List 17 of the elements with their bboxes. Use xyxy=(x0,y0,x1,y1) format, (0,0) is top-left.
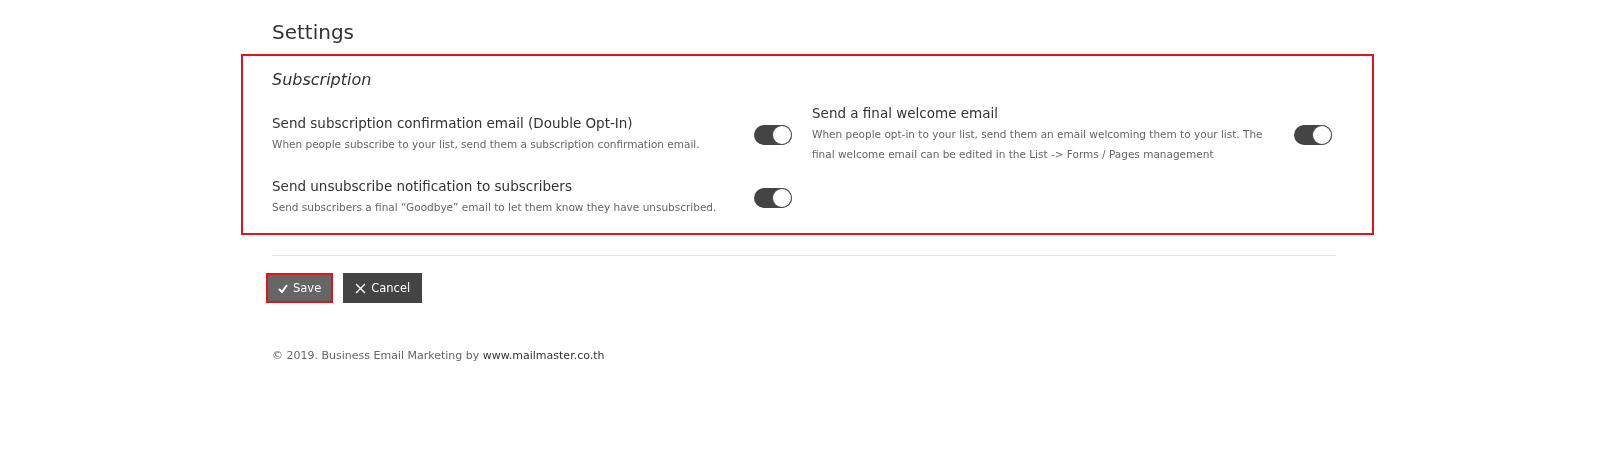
option-label: Send a final welcome email xyxy=(812,105,999,121)
toggle-switch[interactable] xyxy=(1294,124,1332,145)
toggle-switch[interactable] xyxy=(754,124,792,145)
check-icon xyxy=(278,283,288,293)
save-button[interactable]: Save xyxy=(266,273,334,303)
option-description: When people subscribe to your list, send them a subscription confirmation email. xyxy=(272,137,701,152)
cancel-button[interactable]: Cancel xyxy=(343,273,423,303)
close-icon xyxy=(355,282,367,294)
option-description: Send subscribers a final “Goodbye” email to let them know they have unsubscribed. xyxy=(272,200,718,215)
option-label: Send unsubscribe notification to subscribers xyxy=(272,178,573,194)
website-link[interactable]: www.mailmaster.co.th xyxy=(482,349,605,362)
page-title: Settings xyxy=(272,20,356,44)
footer-text: © 2019. Business Email Marketing by www.mailmaster.co.th xyxy=(272,349,606,362)
section-title: Subscription xyxy=(272,70,373,89)
toggle-switch[interactable] xyxy=(754,187,792,208)
option-description: When people opt-in to your list, send them an email welcoming them to your list. The final welcome email can be edited in the List -> Forms / Pages management xyxy=(812,127,1264,162)
option-label: Send subscription confirmation email (Double Opt-In) xyxy=(272,115,634,131)
